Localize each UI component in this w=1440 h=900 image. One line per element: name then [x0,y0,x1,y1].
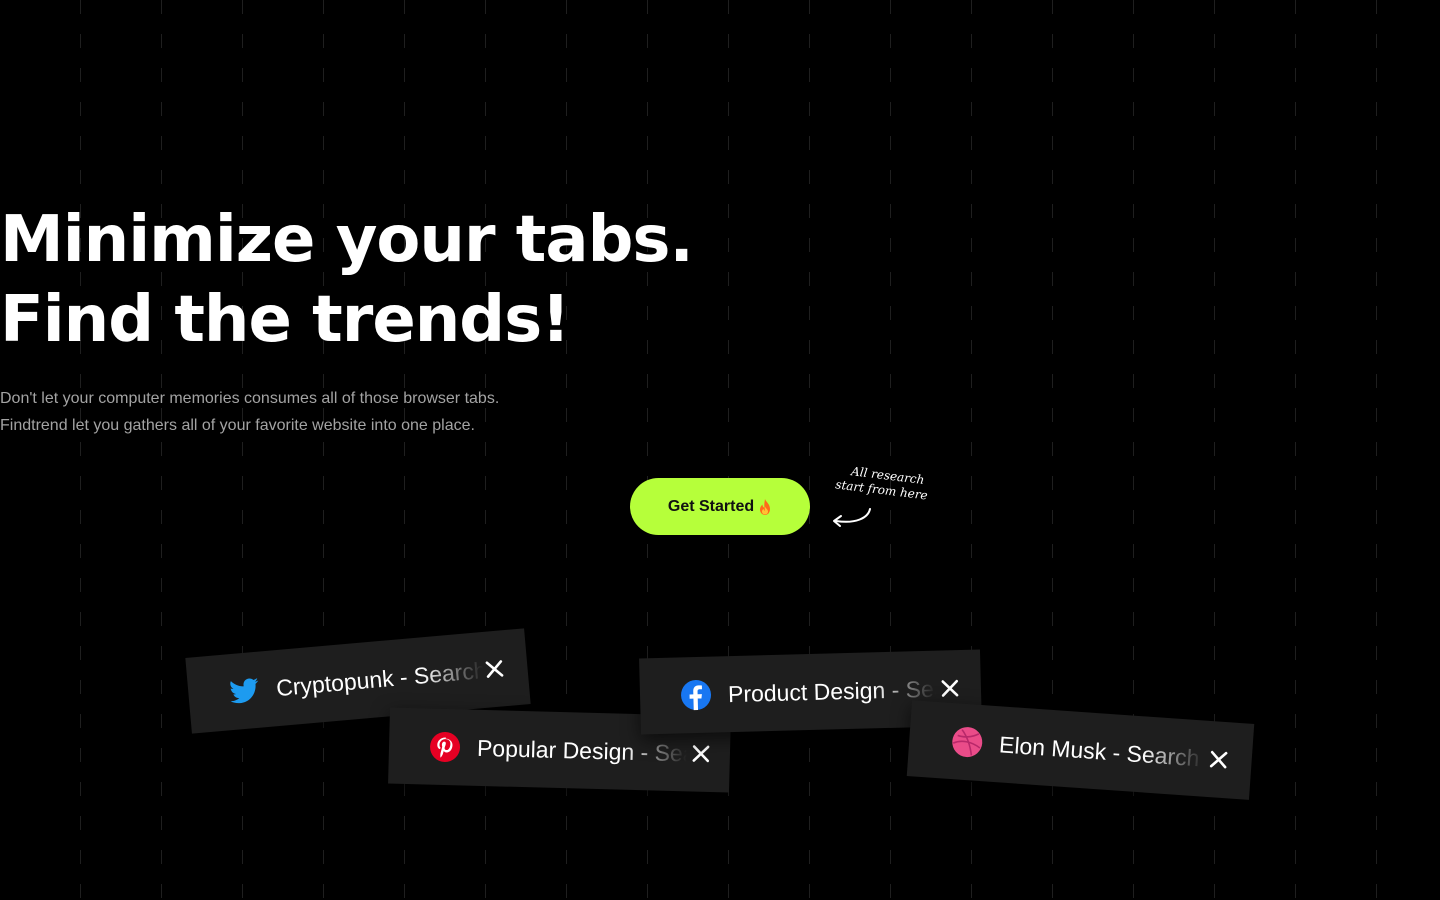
browser-tab-elon-musk[interactable]: Elon Musk - Search [906,700,1255,800]
facebook-icon [681,679,712,711]
curved-arrow-icon [833,508,871,527]
close-icon[interactable] [690,742,713,765]
get-started-label: Get Started [667,497,755,515]
annotation-text: All research start from here [835,462,931,503]
pinterest-icon [430,732,461,763]
get-started-button[interactable]: Get Started [630,478,810,535]
tab-label: Product Design - Search [727,675,937,707]
hero-headline: Minimize your tabs. Find the trends! [0,200,1440,360]
cta-annotation: All research start from here [826,464,946,536]
tab-label: Cryptopunk - Search [275,656,485,701]
close-icon[interactable] [1207,748,1230,771]
close-icon[interactable] [483,657,507,681]
subtitle-line-1: Don't let your computer memories consume… [0,390,500,407]
twitter-icon [230,678,259,704]
tab-label: Elon Musk - Search [998,730,1201,771]
close-icon[interactable] [939,677,962,700]
fire-icon [760,498,771,515]
hero-subtitle: Don't let your computer memories consume… [0,385,1440,439]
headline-line-2: Find the trends! [0,283,570,357]
tab-label: Popular Design - Search [476,734,688,767]
dribbble-icon [952,727,983,758]
subtitle-line-2: Findtrend let you gathers all of your fa… [0,417,475,434]
headline-line-1: Minimize your tabs. [0,203,694,277]
